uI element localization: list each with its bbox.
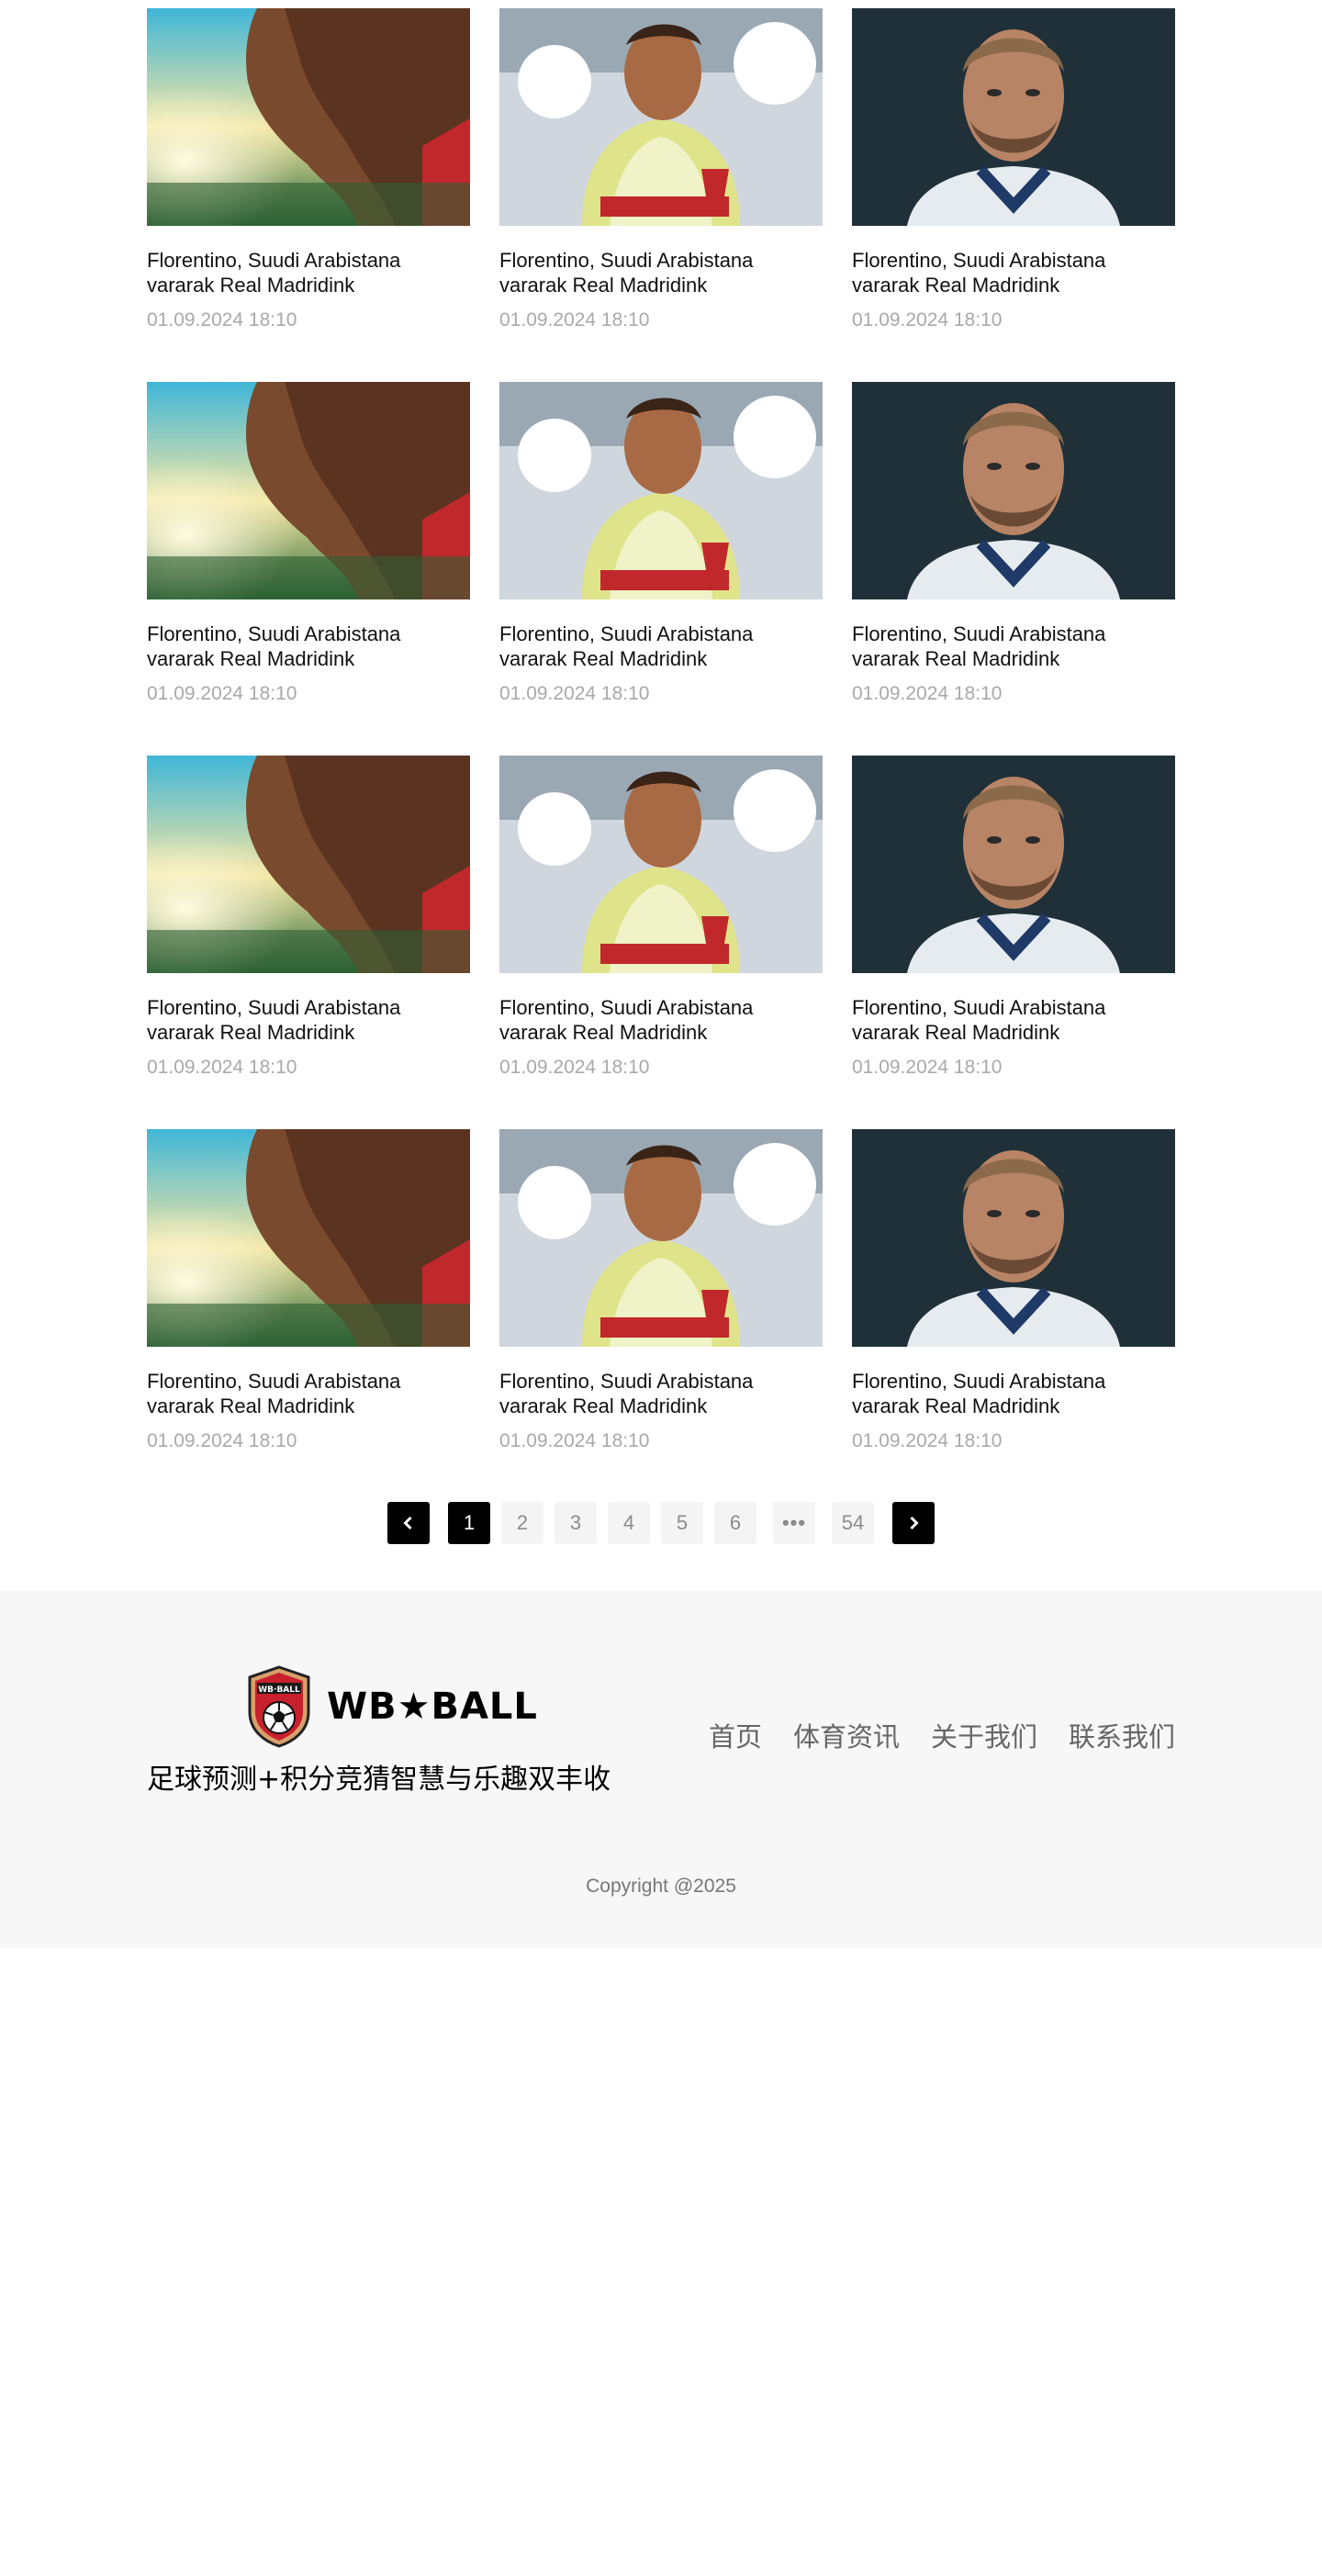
article-title[interactable]: Florentino, Suudi Arabistana vararak Rea…: [147, 622, 470, 671]
page-4-button[interactable]: 4: [608, 1502, 650, 1544]
footer-nav-about[interactable]: 关于我们: [931, 1716, 1037, 1754]
article-title[interactable]: Florentino, Suudi Arabistana vararak Rea…: [147, 995, 470, 1045]
article-date: 01.09.2024 18:10: [499, 1430, 650, 1451]
article-card[interactable]: Florentino, Suudi Arabistana vararak Rea…: [499, 8, 823, 382]
article-card[interactable]: Florentino, Suudi Arabistana vararak Rea…: [147, 8, 470, 382]
logo-wordmark: WB★BALL: [327, 1686, 538, 1728]
article-title[interactable]: Florentino, Suudi Arabistana vararak Rea…: [852, 248, 1175, 297]
article-date: 01.09.2024 18:10: [147, 1057, 297, 1078]
footer-brand: WB·BALL WB★BALL 足球预测+积分竞猜智慧与乐趣双丰收: [147, 1664, 611, 1797]
pagination-ellipsis: •••: [773, 1502, 815, 1544]
ball-shield-icon: WB·BALL: [248, 1665, 310, 1748]
chevron-left-icon: [403, 1516, 412, 1530]
article-thumbnail[interactable]: [852, 756, 1175, 973]
page-3-button[interactable]: 3: [555, 1502, 597, 1544]
article-grid: Florentino, Suudi Arabistana vararak Rea…: [147, 8, 1175, 1503]
article-card[interactable]: Florentino, Suudi Arabistana vararak Rea…: [147, 756, 470, 1129]
site-footer: WB·BALL WB★BALL 足球预测+积分竞猜智慧与乐趣双丰收 首页 体育资…: [0, 1591, 1322, 1948]
prev-page-button[interactable]: [387, 1502, 430, 1544]
site-logo[interactable]: WB·BALL WB★BALL: [244, 1664, 606, 1749]
article-title[interactable]: Florentino, Suudi Arabistana vararak Rea…: [852, 622, 1175, 671]
article-thumbnail[interactable]: [499, 1129, 823, 1347]
article-date: 01.09.2024 18:10: [852, 683, 1003, 704]
page-6-button[interactable]: 6: [714, 1502, 756, 1544]
article-date: 01.09.2024 18:10: [499, 309, 650, 330]
copyright-text: Copyright @2025: [586, 1876, 736, 1897]
article-date: 01.09.2024 18:10: [852, 1057, 1003, 1078]
article-title[interactable]: Florentino, Suudi Arabistana vararak Rea…: [499, 248, 823, 297]
article-date: 01.09.2024 18:10: [147, 683, 297, 704]
pagination: 1 2 3 4 5 6 ••• 54: [0, 1502, 1322, 1544]
article-date: 01.09.2024 18:10: [147, 309, 297, 330]
article-date: 01.09.2024 18:10: [499, 683, 650, 704]
article-thumbnail[interactable]: [147, 756, 470, 973]
footer-nav-contact[interactable]: 联系我们: [1069, 1716, 1175, 1754]
article-card[interactable]: Florentino, Suudi Arabistana vararak Rea…: [852, 8, 1175, 382]
article-thumbnail[interactable]: [147, 382, 470, 599]
article-card[interactable]: Florentino, Suudi Arabistana vararak Rea…: [499, 382, 823, 756]
article-title[interactable]: Florentino, Suudi Arabistana vararak Rea…: [147, 1369, 470, 1418]
article-card[interactable]: Florentino, Suudi Arabistana vararak Rea…: [147, 1129, 470, 1503]
article-card[interactable]: Florentino, Suudi Arabistana vararak Rea…: [499, 1129, 823, 1503]
footer-nav-sports-news[interactable]: 体育资讯: [793, 1716, 900, 1754]
article-thumbnail[interactable]: [852, 382, 1175, 599]
article-thumbnail[interactable]: [147, 1129, 470, 1347]
page-2-button[interactable]: 2: [501, 1502, 543, 1544]
page-1-button[interactable]: 1: [448, 1502, 490, 1544]
article-thumbnail[interactable]: [499, 756, 823, 973]
page-last-button[interactable]: 54: [832, 1502, 874, 1544]
article-title[interactable]: Florentino, Suudi Arabistana vararak Rea…: [852, 995, 1175, 1045]
article-thumbnail[interactable]: [852, 8, 1175, 226]
article-card[interactable]: Florentino, Suudi Arabistana vararak Rea…: [852, 1129, 1175, 1503]
article-thumbnail[interactable]: [147, 8, 470, 226]
article-card[interactable]: Florentino, Suudi Arabistana vararak Rea…: [852, 382, 1175, 756]
article-card[interactable]: Florentino, Suudi Arabistana vararak Rea…: [852, 756, 1175, 1129]
article-title[interactable]: Florentino, Suudi Arabistana vararak Rea…: [499, 995, 823, 1045]
article-card[interactable]: Florentino, Suudi Arabistana vararak Rea…: [147, 382, 470, 756]
article-date: 01.09.2024 18:10: [852, 309, 1003, 330]
footer-nav: 首页 体育资讯 关于我们 联系我们: [678, 1716, 1175, 1754]
chevron-right-icon: [910, 1516, 919, 1530]
article-title[interactable]: Florentino, Suudi Arabistana vararak Rea…: [147, 248, 470, 297]
article-date: 01.09.2024 18:10: [852, 1430, 1003, 1451]
article-card[interactable]: Florentino, Suudi Arabistana vararak Rea…: [499, 756, 823, 1129]
article-thumbnail[interactable]: [499, 382, 823, 599]
article-title[interactable]: Florentino, Suudi Arabistana vararak Rea…: [499, 622, 823, 671]
article-title[interactable]: Florentino, Suudi Arabistana vararak Rea…: [852, 1369, 1175, 1418]
svg-text:WB·BALL: WB·BALL: [258, 1686, 300, 1695]
article-thumbnail[interactable]: [499, 8, 823, 226]
article-title[interactable]: Florentino, Suudi Arabistana vararak Rea…: [499, 1369, 823, 1418]
article-date: 01.09.2024 18:10: [147, 1430, 297, 1451]
article-thumbnail[interactable]: [852, 1129, 1175, 1347]
footer-nav-home[interactable]: 首页: [709, 1716, 762, 1754]
next-page-button[interactable]: [892, 1502, 935, 1544]
page-5-button[interactable]: 5: [661, 1502, 703, 1544]
article-date: 01.09.2024 18:10: [499, 1057, 650, 1078]
footer-slogan: 足球预测+积分竞猜智慧与乐趣双丰收: [147, 1764, 611, 1796]
